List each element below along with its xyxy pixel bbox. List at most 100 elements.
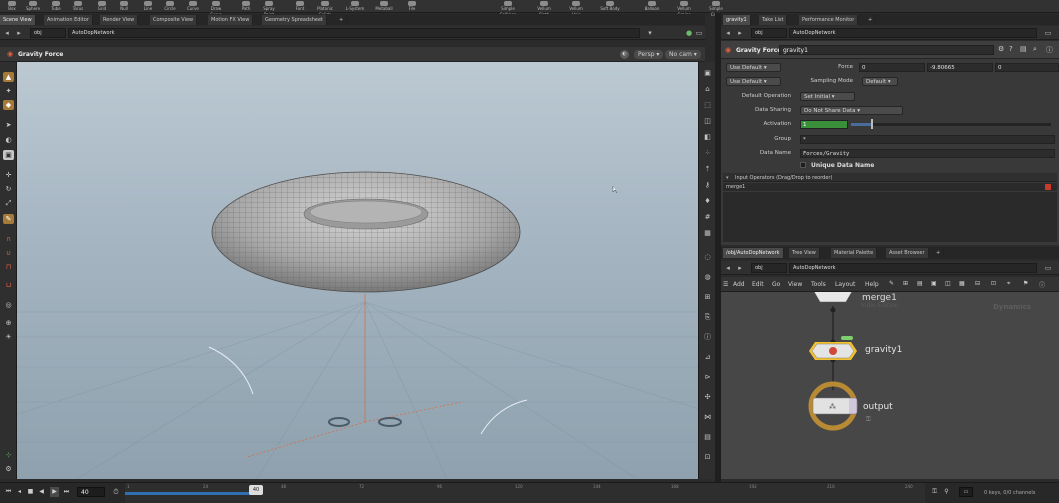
points-icon[interactable]: ⁘ [702, 148, 713, 158]
flag-icon[interactable]: ⚑ [1023, 280, 1028, 287]
magnet-icon[interactable]: ∩ [3, 234, 14, 244]
tab-performance-monitor[interactable]: Performance Monitor [799, 15, 859, 25]
stop-icon[interactable]: ■ [26, 487, 35, 497]
tool-d-icon[interactable]: ⋈ [702, 412, 713, 422]
normals-icon[interactable]: ⇡ [702, 164, 713, 174]
params-path-network[interactable]: AutoDopNetwork [789, 28, 1037, 38]
tab-composite-view[interactable]: Composite View [150, 15, 198, 25]
background-icon[interactable]: ▦ [702, 228, 713, 238]
node-name-field[interactable]: gravity1 [779, 45, 994, 55]
shelf-tool-vellum-cloth[interactable]: Vellum Cloth [534, 0, 554, 17]
tab-scene-view[interactable]: Scene View [0, 15, 36, 25]
shelf-tool-vellum-hair[interactable]: Vellum Hair [566, 0, 586, 17]
force-y-field[interactable]: -9.80665 [927, 63, 993, 72]
sampling-mode-menu[interactable]: Default ▾ [862, 77, 898, 86]
camera-icon[interactable]: ◎ [3, 300, 14, 310]
shelf-tool-metaball[interactable]: Metaball [374, 0, 394, 13]
handle-icon[interactable]: ◆ [3, 100, 14, 110]
end-frame-field[interactable]: ▭ [959, 487, 973, 497]
snapshot-icon[interactable]: ⎘ [702, 312, 713, 322]
note-icon[interactable]: ▣ [931, 280, 937, 287]
settings-icon[interactable]: ⚙ [3, 464, 14, 474]
back-icon-net[interactable]: ◂ [723, 263, 733, 273]
network-box-icon[interactable]: ⊡ [991, 280, 996, 287]
unique-data-name-checkbox[interactable] [800, 162, 806, 168]
timeline-track[interactable]: 1 24 48 72 96 120 144 168 192 216 240 40 [125, 483, 925, 503]
tool-b-icon[interactable]: ⊳ [702, 372, 713, 382]
shelf-tool-grid[interactable]: Grid [92, 0, 112, 13]
menu-toggle-icon[interactable]: ☰ [723, 281, 728, 288]
network-editor[interactable]: Dynamics Indie Edition ⁂ merge1 gravity1… [721, 292, 1059, 479]
merge-node-shape[interactable] [813, 292, 853, 303]
add-tab-button[interactable]: + [336, 15, 348, 25]
sync-icon[interactable]: ● [684, 28, 694, 38]
realtime-icon[interactable]: ⏱ [110, 486, 122, 498]
add-tab-button-right[interactable]: + [865, 15, 877, 25]
view-mode-icon[interactable]: ✦ [3, 86, 14, 96]
pin-icon[interactable]: ▾ [645, 28, 655, 38]
snap-grid-icon[interactable]: ⊓ [3, 262, 14, 272]
move-icon[interactable]: ✛ [3, 170, 14, 180]
net-path-context[interactable]: obj [751, 263, 787, 273]
tab-render-view[interactable]: Render View [100, 15, 139, 25]
torus-mesh[interactable] [211, 171, 521, 293]
help-icon[interactable]: ? [1009, 45, 1013, 53]
jump-end-icon[interactable]: ⏭ [62, 487, 71, 497]
camera-persp-button[interactable]: Persp ▾ [634, 50, 664, 59]
shelf-tool-box[interactable]: Box [2, 0, 22, 13]
shelf-tool-null[interactable]: Null [114, 0, 134, 13]
force-x-field[interactable]: 0 [859, 63, 925, 72]
menu-layout[interactable]: Layout [835, 281, 855, 288]
gear-icon[interactable]: ⚙ [998, 45, 1004, 53]
forward-icon-right[interactable]: ▸ [735, 28, 745, 38]
menu-tools[interactable]: Tools [811, 281, 826, 288]
menu-edit[interactable]: Edit [752, 281, 764, 288]
maximize-icon[interactable]: ▭ [694, 28, 704, 38]
shelf-tool-simple-cloth[interactable]: Simple Cloth [706, 0, 726, 17]
shelf-tool-torus[interactable]: Torus [68, 0, 88, 13]
shelf-tool-platonic-solids[interactable]: Platonic Solids [315, 0, 335, 17]
tool-c-icon[interactable]: ✣ [702, 392, 713, 402]
info-net-icon[interactable]: ⓘ [1039, 280, 1045, 289]
group-field[interactable]: * [800, 135, 1055, 144]
activation-slider-handle[interactable] [871, 119, 873, 129]
shelf-tool-vellum-grains[interactable]: Vellum Grains [674, 0, 694, 17]
menu-go[interactable]: Go [772, 281, 780, 288]
snap-icon[interactable]: ∪ [3, 248, 14, 258]
key-icon[interactable]: ⚿ [930, 487, 939, 497]
data-sharing-menu[interactable]: Do Not Share Data ▾ [800, 106, 903, 115]
shelf-tool-spray-paint[interactable]: Spray Paint [259, 0, 279, 17]
light-bulb-icon[interactable]: ♦ [702, 196, 713, 206]
shelf-tool-curve[interactable]: Curve [183, 0, 203, 13]
light-icon[interactable]: ☀ [3, 332, 14, 342]
default-operation-menu[interactable]: Set Initial ▾ [800, 92, 855, 101]
shaded-icon[interactable]: ◧ [702, 132, 713, 142]
activation-field[interactable]: 1 [800, 120, 848, 129]
input-operators-header[interactable]: ▾ Input Operators (Drag/Drop to reorder) [723, 173, 1057, 182]
menu-add[interactable]: Add [733, 281, 745, 288]
shelf-tool-line[interactable]: Line [138, 0, 158, 13]
display-icon[interactable]: ▣ [702, 68, 713, 78]
render-icon[interactable]: ⊕ [3, 318, 14, 328]
lock-camera-icon[interactable]: ⚷ [702, 180, 713, 190]
tab-take-list[interactable]: Take List [759, 15, 788, 25]
shelf-tool-path[interactable]: Path [236, 0, 256, 13]
data-name-field[interactable]: Forces/Gravity [800, 149, 1055, 158]
pin-node-icon[interactable]: ⌖ [1007, 280, 1010, 288]
arrow-select-icon[interactable]: ➤ [3, 120, 14, 130]
tab-motion-fx-view[interactable]: Motion FX View [208, 15, 254, 25]
forward-icon-net[interactable]: ▸ [735, 263, 745, 273]
brush-icon[interactable]: ✎ [3, 214, 14, 224]
align-icon[interactable]: ▤ [917, 280, 923, 287]
playhead[interactable]: 40 [249, 485, 263, 495]
shelf-tool-simple-collision[interactable]: Simple Collision [498, 0, 518, 17]
shelf-tool-l-system[interactable]: L-System [345, 0, 365, 13]
shelf-tool-circle[interactable]: Circle [160, 0, 180, 13]
remove-input-icon[interactable] [1045, 184, 1051, 190]
rotate-icon[interactable]: ↻ [3, 184, 14, 194]
jump-start-icon[interactable]: ⏮ [4, 487, 13, 497]
group-icon[interactable]: ◫ [945, 280, 951, 287]
net-path-network[interactable]: AutoDopNetwork [789, 263, 1037, 273]
grid-icon[interactable]: # [702, 212, 713, 222]
back-icon[interactable]: ◂ [2, 28, 12, 38]
